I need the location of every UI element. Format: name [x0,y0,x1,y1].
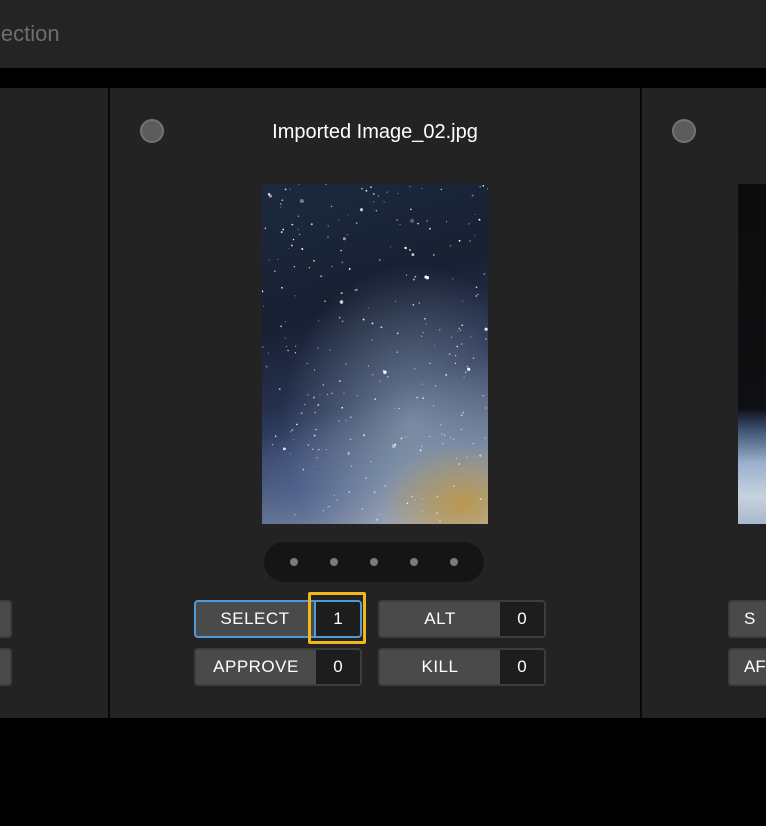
approve-button-label: APPROVE [213,657,299,676]
right-card-approve-label: AF [744,657,766,676]
alt-button[interactable]: ALT 0 [378,600,546,638]
right-card-select-button[interactable]: S [728,600,766,638]
top-bar: lection [0,0,766,68]
image-filename: Imported Image_02.jpg [272,121,478,143]
topbar-title: lection [0,21,60,46]
left-image-card [0,88,108,718]
kill-button-label: KILL [421,657,459,676]
select-button-label: SELECT [220,609,290,628]
approve-count: 0 [316,650,360,684]
pager-dot-4[interactable] [410,558,418,566]
right-card-approve-button[interactable]: AF [728,648,766,686]
pager-dot-3[interactable] [370,558,378,566]
right-card-select-label: S [744,609,756,628]
right-card-radio-button[interactable] [672,119,696,143]
left-card-button-top[interactable] [0,600,12,638]
select-button[interactable]: SELECT 1 [194,600,362,638]
kill-count: 0 [500,650,544,684]
pager-dot-1[interactable] [290,558,298,566]
select-count: 1 [314,602,360,636]
alt-count: 0 [500,602,544,636]
pager-dot-5[interactable] [450,558,458,566]
pager-dot-2[interactable] [330,558,338,566]
kill-button[interactable]: KILL 0 [378,648,546,686]
milky-way-photo[interactable] [262,184,488,524]
right-image-card: S AF [642,88,766,718]
approve-button[interactable]: APPROVE 0 [194,648,362,686]
earth-horizon-photo[interactable] [738,184,766,524]
image-pager [264,542,484,582]
alt-button-label: ALT [424,609,456,628]
left-card-button-bottom[interactable] [0,648,12,686]
center-image-card: Imported Image_02.jpg SELECT 1 ALT 0 APP… [110,88,640,718]
